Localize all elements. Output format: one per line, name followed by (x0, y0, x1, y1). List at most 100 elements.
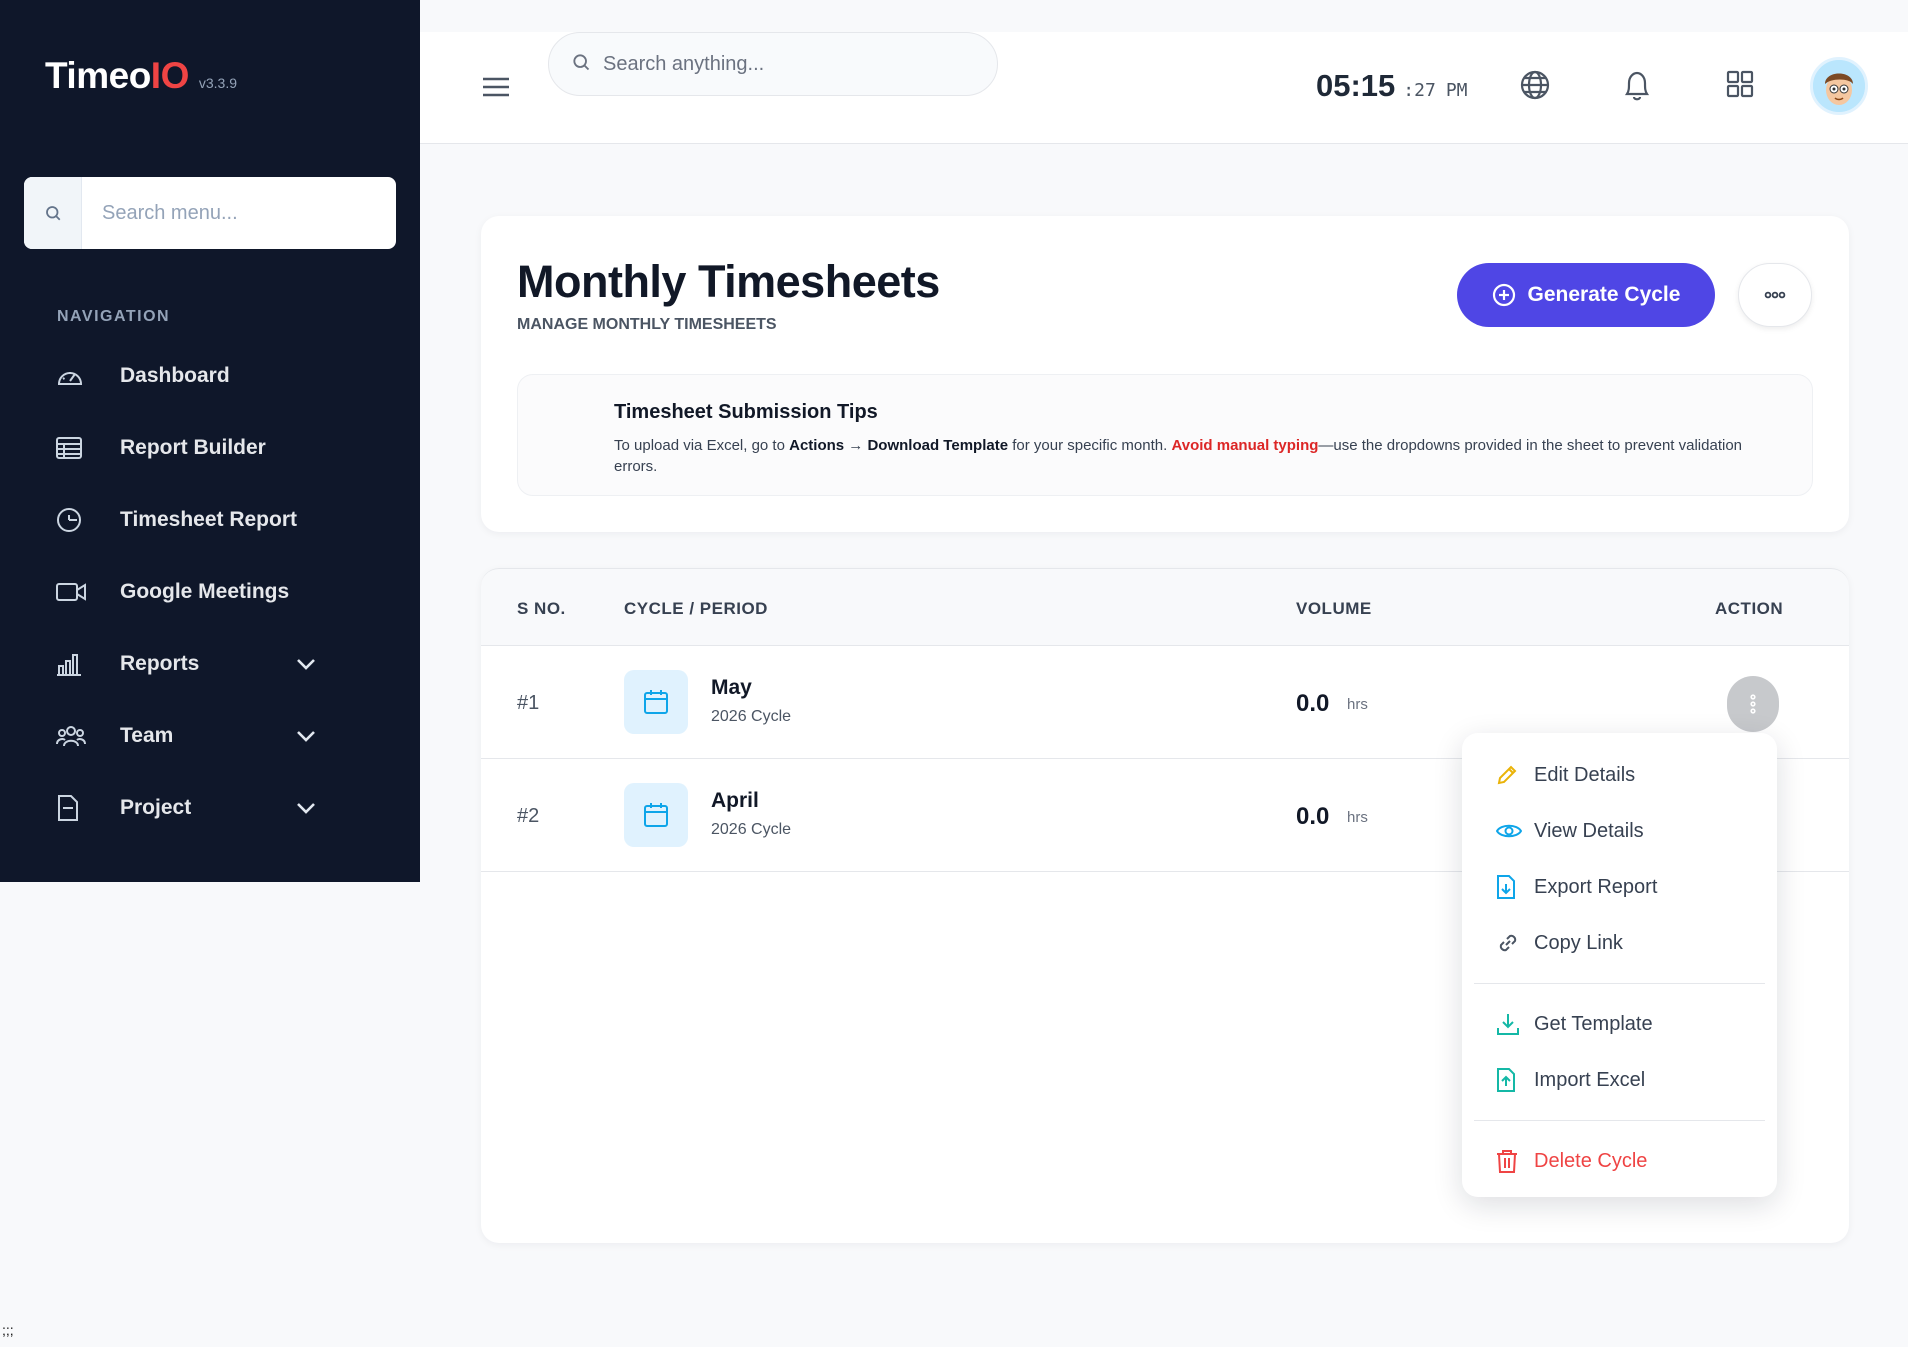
column-header-sno: S NO. (517, 599, 566, 618)
video-camera-icon (56, 581, 120, 603)
row-volume-unit: hrs (1347, 696, 1368, 713)
menu-item-delete-cycle[interactable]: Delete Cycle (1462, 1133, 1777, 1189)
tips-actions-keyword: Actions (789, 437, 845, 454)
row-cycle: 2026 Cycle (711, 821, 792, 838)
pencil-icon (1496, 764, 1534, 786)
sidebar-item-label: Team (120, 724, 174, 747)
ellipsis-icon (1764, 286, 1786, 304)
tips-text: To upload via Excel, go to (614, 437, 790, 454)
clock-report-icon (56, 507, 120, 533)
column-header-volume: VOLUME (1296, 599, 1372, 618)
tips-panel: Timesheet Submission Tips To upload via … (517, 374, 1813, 496)
link-icon (1496, 931, 1534, 955)
sidebar-search-input[interactable] (82, 177, 396, 249)
tips-download-template-keyword: Download Template (867, 437, 1009, 454)
speedometer-icon (56, 364, 120, 388)
global-search (548, 32, 998, 96)
sidebar-item-label: Report Builder (120, 436, 266, 459)
menu-item-copy-link[interactable]: Copy Link (1462, 915, 1777, 971)
logo-accent-text: IO (150, 55, 190, 96)
tips-title: Timesheet Submission Tips (614, 401, 878, 423)
search-icon (571, 52, 591, 77)
clock: 05:15 :27 PM (1316, 68, 1468, 104)
sidebar-item-google-meetings[interactable]: Google Meetings (56, 556, 316, 628)
page-header-card: Monthly Timesheets MANAGE MONTHLY TIMESH… (481, 216, 1849, 532)
calendar-icon (624, 670, 688, 734)
stray-text: ;;; (2, 1322, 14, 1338)
generate-cycle-label: Generate Cycle (1527, 283, 1681, 306)
eye-icon (1496, 822, 1534, 840)
menu-item-label: Copy Link (1534, 931, 1623, 954)
sidebar-item-label: Project (120, 796, 192, 819)
nav-heading: NAVIGATION (57, 308, 171, 325)
tips-warning: Avoid manual typing (1171, 437, 1319, 454)
table-icon (56, 437, 120, 459)
sidebar-item-label: Google Meetings (120, 580, 290, 603)
row-sno: #1 (517, 692, 540, 714)
row-volume-unit: hrs (1347, 809, 1368, 826)
calendar-icon (624, 783, 688, 847)
row-month: April (711, 789, 759, 812)
menu-item-label: Get Template (1534, 1012, 1653, 1035)
menu-item-import-excel[interactable]: Import Excel (1462, 1052, 1777, 1108)
search-icon (24, 177, 82, 249)
page-title: Monthly Timesheets (517, 256, 940, 307)
global-search-input[interactable] (591, 33, 997, 95)
logo-text: Timeo (45, 55, 151, 96)
generate-cycle-button[interactable]: Generate Cycle (1457, 263, 1715, 327)
top-bar: 05:15 :27 PM (420, 32, 1908, 144)
tips-text: for your specific month. (1008, 437, 1172, 454)
chevron-down-icon[interactable] (286, 802, 316, 814)
globe-icon[interactable] (1520, 70, 1550, 105)
file-download-icon (1496, 875, 1534, 899)
clock-seconds: :27 (1403, 80, 1436, 101)
column-header-cycle: CYCLE / PERIOD (624, 599, 768, 618)
plus-circle-icon (1492, 283, 1516, 307)
sidebar-item-reports[interactable]: Reports (56, 628, 316, 700)
sidebar-item-team[interactable]: Team (56, 700, 316, 772)
chevron-down-icon[interactable] (286, 658, 316, 670)
chevron-down-icon[interactable] (286, 730, 316, 742)
menu-item-label: Delete Cycle (1534, 1149, 1648, 1172)
menu-item-label: View Details (1534, 819, 1644, 842)
app-version: v3.3.9 (198, 75, 237, 91)
nav-list: Dashboard Report Builder Timesheet Repor… (56, 340, 316, 844)
menu-item-get-template[interactable]: Get Template (1462, 996, 1777, 1052)
sidebar-item-label: Dashboard (120, 364, 230, 387)
tips-body: To upload via Excel, go to Actions → Dow… (614, 435, 1784, 477)
download-tray-icon (1496, 1012, 1534, 1036)
more-options-button[interactable] (1738, 263, 1812, 327)
tips-arrow: → (844, 437, 868, 454)
sidebar-item-dashboard[interactable]: Dashboard (56, 340, 316, 412)
sidebar-item-label: Timesheet Report (120, 508, 297, 531)
users-icon (56, 724, 120, 748)
apps-grid-icon[interactable] (1726, 70, 1754, 103)
row-volume: 0.0 (1296, 690, 1330, 717)
menu-item-view-details[interactable]: View Details (1462, 803, 1777, 859)
sidebar-search (24, 177, 396, 249)
avatar[interactable] (1810, 57, 1868, 115)
sidebar-item-report-builder[interactable]: Report Builder (56, 412, 316, 484)
column-header-action: ACTION (1715, 599, 1784, 618)
bell-icon[interactable] (1622, 70, 1652, 107)
app-logo[interactable]: Timeo IO v3.3.9 (45, 55, 237, 97)
hamburger-menu-icon[interactable] (482, 76, 510, 103)
menu-item-export-report[interactable]: Export Report (1462, 859, 1777, 915)
menu-item-edit-details[interactable]: Edit Details (1462, 747, 1777, 803)
sidebar-item-label: Reports (120, 652, 200, 675)
row-cycle: 2026 Cycle (711, 708, 792, 725)
menu-divider (1474, 983, 1765, 984)
table-header: S NO. CYCLE / PERIOD VOLUME ACTION (481, 568, 1849, 646)
row-action-button[interactable] (1727, 676, 1779, 732)
row-action-menu: Edit Details View Details Export Report … (1462, 733, 1777, 1197)
sidebar-item-timesheet-report[interactable]: Timesheet Report (56, 484, 316, 556)
row-sno: #2 (517, 805, 540, 827)
page-subtitle: MANAGE MONTHLY TIMESHEETS (517, 316, 777, 333)
sidebar-item-project[interactable]: Project (56, 772, 316, 844)
menu-divider (1474, 1120, 1765, 1121)
file-upload-icon (1496, 1068, 1534, 1092)
sidebar: TimeoIO v3.3.9 NAVIGATION Dashboard Repo… (0, 0, 420, 882)
trash-icon (1496, 1149, 1534, 1173)
menu-item-label: Edit Details (1534, 763, 1636, 786)
clock-ampm: PM (1445, 80, 1468, 101)
